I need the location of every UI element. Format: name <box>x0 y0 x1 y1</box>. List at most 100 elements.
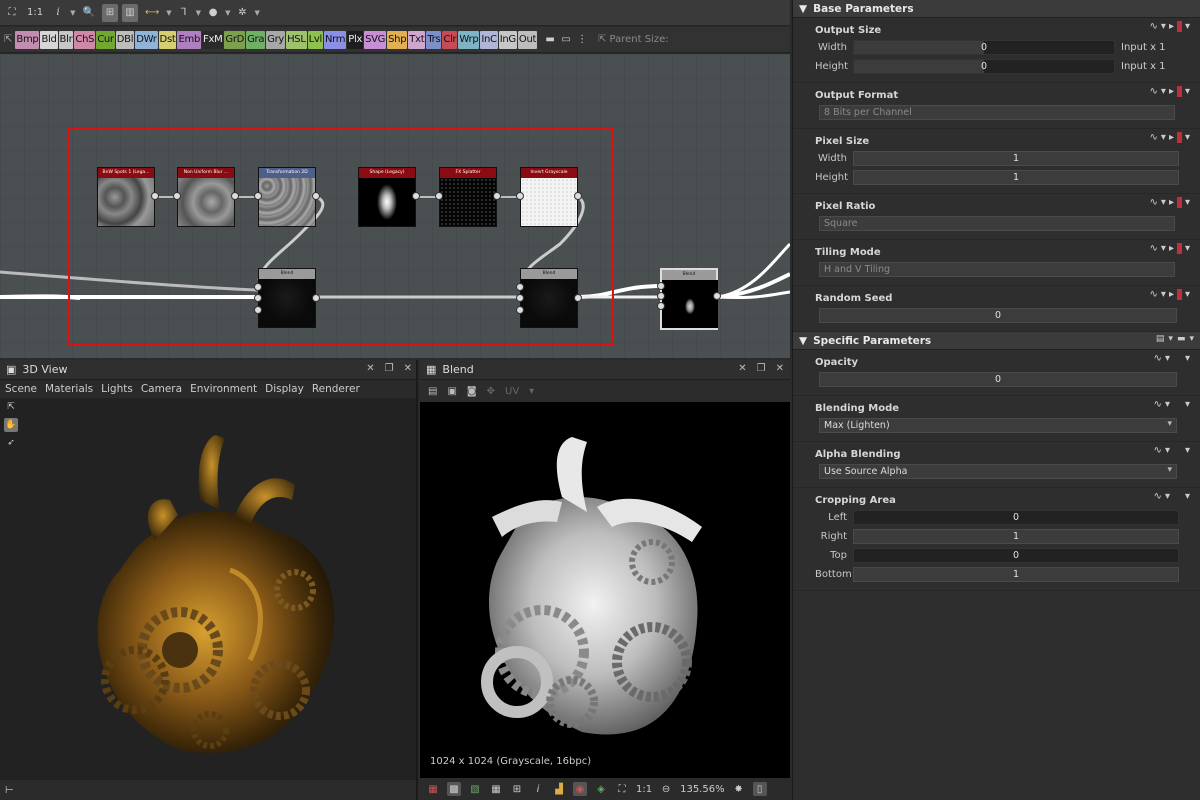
node-chip[interactable]: Nrm <box>323 30 347 49</box>
document-dropdown-icon[interactable]: ▾ <box>1168 334 1173 344</box>
node-chip[interactable]: Cur <box>96 30 115 49</box>
output-port[interactable] <box>574 294 582 302</box>
inherit-icon[interactable]: ▸ <box>1169 243 1174 254</box>
output-height-slider[interactable]: 0 <box>853 59 1115 74</box>
output-port[interactable] <box>574 192 582 200</box>
menu-materials[interactable]: Materials <box>45 383 93 395</box>
comment-icon[interactable]: ▬ <box>542 31 558 49</box>
function-icon[interactable]: ∿ <box>1150 289 1158 300</box>
node-chip[interactable]: Txt <box>408 30 426 49</box>
function-icon[interactable]: ∿ <box>1150 86 1158 97</box>
node-chip[interactable]: InC <box>480 30 498 49</box>
pixel-ratio-field[interactable]: Square <box>819 216 1175 231</box>
function-dropdown-icon[interactable]: ▾ <box>1165 353 1170 364</box>
exposure-icon[interactable]: ✸ <box>732 782 746 796</box>
node-chip[interactable]: Out <box>517 30 538 49</box>
output-width-slider[interactable]: 0 <box>853 40 1115 55</box>
frame-icon[interactable]: ▭ <box>558 31 574 49</box>
blending-mode-dropdown[interactable]: Max (Lighten) <box>819 418 1177 433</box>
input-port[interactable] <box>254 192 262 200</box>
color-background-icon[interactable]: ▧ <box>468 782 482 796</box>
export-icon[interactable]: ⇱ <box>4 400 18 414</box>
float-window-icon[interactable]: ❐ <box>757 363 766 374</box>
graph-node-blend-selected[interactable]: Blend <box>657 268 721 330</box>
node-chip[interactable]: SVG <box>364 30 387 49</box>
input-port[interactable] <box>657 302 665 310</box>
output-port[interactable] <box>312 192 320 200</box>
more-dropdown-icon[interactable]: ▾ <box>1185 445 1190 456</box>
node-chip[interactable]: Gra <box>246 30 266 49</box>
node-chip[interactable]: DBl <box>115 30 135 49</box>
uv-dropdown-icon[interactable]: ▾ <box>529 386 534 397</box>
crop-bottom-slider[interactable]: 1 <box>853 567 1179 582</box>
inherit-dropdown-icon[interactable]: ▾ <box>1185 197 1190 208</box>
node-chip[interactable]: Blr <box>58 30 74 49</box>
camera-icon[interactable]: ◙ <box>467 386 477 397</box>
function-icon[interactable]: ∿ <box>1150 132 1158 143</box>
node-chip[interactable]: Trs <box>426 30 442 49</box>
function-icon[interactable]: ∿ <box>1154 399 1162 410</box>
histogram-icon[interactable]: ▟ <box>552 782 566 796</box>
menu-renderer[interactable]: Renderer <box>312 383 360 395</box>
grid-icon[interactable]: ⊞ <box>510 782 524 796</box>
input-port[interactable] <box>657 292 665 300</box>
function-icon[interactable]: ∿ <box>1154 445 1162 456</box>
folder-dropdown-icon[interactable]: ▾ <box>1189 334 1194 344</box>
more-dropdown-icon[interactable]: ▾ <box>1185 399 1190 410</box>
function-dropdown-icon[interactable]: ▾ <box>1161 86 1166 97</box>
bake-icon[interactable]: ● <box>205 4 221 22</box>
node-chip[interactable]: Emb <box>177 30 201 49</box>
connector-dropdown-icon[interactable]: ▼ <box>166 9 171 17</box>
inherit-icon[interactable]: ▸ <box>1169 21 1174 32</box>
output-port[interactable] <box>713 292 721 300</box>
node-chip[interactable]: Bld <box>40 30 58 49</box>
hand-icon[interactable]: ✋ <box>4 418 18 432</box>
function-dropdown-icon[interactable]: ▾ <box>1161 132 1166 143</box>
bake-dropdown-icon[interactable]: ▼ <box>225 9 230 17</box>
pin-icon[interactable]: ✕ <box>366 363 374 374</box>
output-format-field[interactable]: 8 Bits per Channel <box>819 105 1175 120</box>
node-chip[interactable]: Wrp <box>458 30 480 49</box>
uv-label[interactable]: UV <box>505 386 519 397</box>
link-style-icon[interactable]: ⅂ <box>176 4 192 22</box>
tiling-icon[interactable]: ▦ <box>489 782 503 796</box>
align-icon[interactable]: ⊞ <box>101 3 118 22</box>
function-icon[interactable]: ∿ <box>1150 21 1158 32</box>
pin-icon[interactable]: ✕ <box>738 363 746 374</box>
ratio-label[interactable]: 1:1 <box>636 784 652 795</box>
more-dropdown-icon[interactable]: ▾ <box>1185 353 1190 364</box>
pixel-width-slider[interactable]: 1 <box>853 151 1179 166</box>
menu-lights[interactable]: Lights <box>101 383 133 395</box>
more-dropdown-icon[interactable]: ▾ <box>1185 491 1190 502</box>
info-icon[interactable]: i <box>50 4 66 22</box>
link-style-dropdown-icon[interactable]: ▼ <box>196 9 201 17</box>
function-icon[interactable]: ∿ <box>1150 197 1158 208</box>
function-dropdown-icon[interactable]: ▾ <box>1165 399 1170 410</box>
color-picker-icon[interactable]: ◈ <box>594 782 608 796</box>
node-chip[interactable]: GrD <box>224 30 246 49</box>
node-chip[interactable]: DWr <box>135 30 158 49</box>
node-chip[interactable]: InG <box>498 30 517 49</box>
node-graph[interactable]: BnW Spots 1 (Lega... Non Uniform Blur ..… <box>0 54 790 358</box>
pick-icon[interactable]: ➶ <box>4 436 18 450</box>
connector-icon[interactable]: ⟷ <box>142 4 162 22</box>
node-chip[interactable]: Clr <box>442 30 458 49</box>
graph-node-blend-2[interactable]: Blend <box>516 268 582 328</box>
function-icon[interactable]: ∿ <box>1150 243 1158 254</box>
transform-icon[interactable]: ✥ <box>487 386 495 397</box>
inherit-icon[interactable]: ▸ <box>1169 86 1174 97</box>
crop-top-slider[interactable]: 0 <box>853 548 1179 563</box>
output-port[interactable] <box>312 294 320 302</box>
layers-icon[interactable]: ▤ <box>428 386 437 397</box>
rgba-channels-icon[interactable]: ▦ <box>426 782 440 796</box>
function-dropdown-icon[interactable]: ▾ <box>1161 243 1166 254</box>
opacity-slider[interactable]: 0 <box>819 372 1177 387</box>
inherit-icon[interactable]: ▸ <box>1169 132 1174 143</box>
output-port[interactable] <box>493 192 501 200</box>
inherit-dropdown-icon[interactable]: ▾ <box>1185 289 1190 300</box>
node-chip[interactable]: HSL <box>286 30 307 49</box>
input-port[interactable] <box>254 283 262 291</box>
document-icon[interactable]: ▤ <box>1156 334 1165 344</box>
input-port[interactable] <box>516 192 524 200</box>
base-parameters-header[interactable]: ▼ Base Parameters <box>793 0 1200 18</box>
